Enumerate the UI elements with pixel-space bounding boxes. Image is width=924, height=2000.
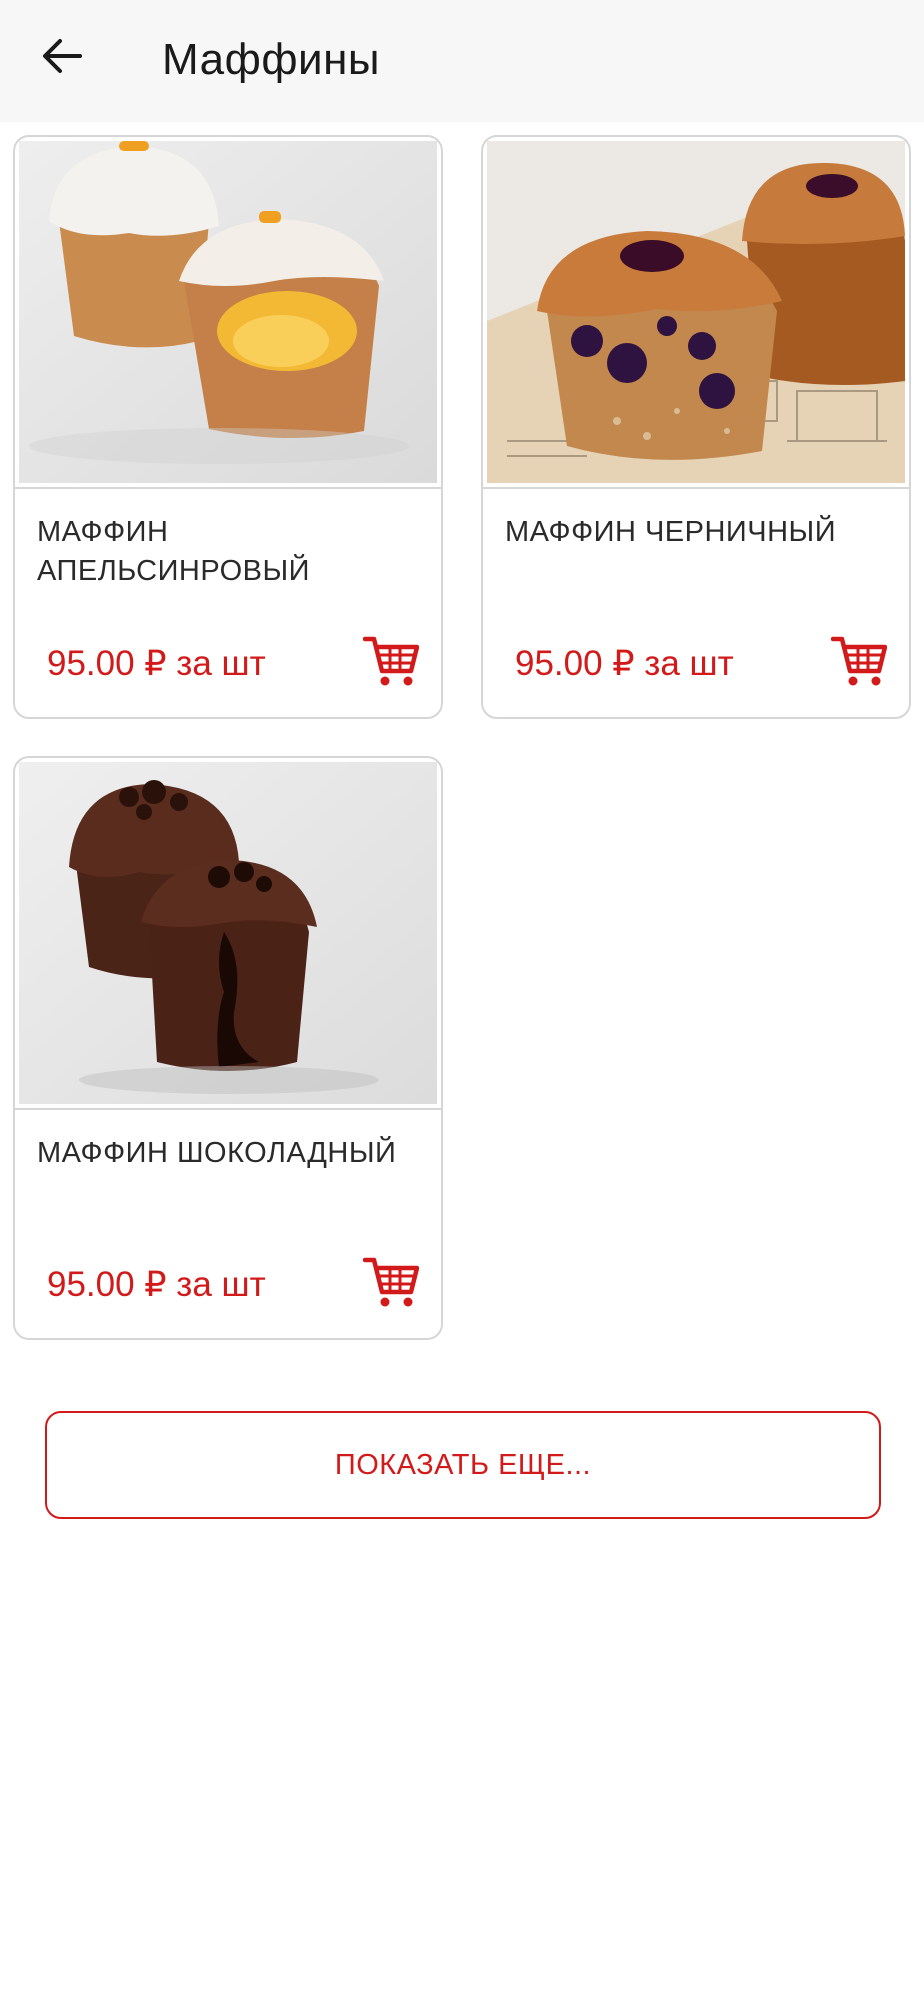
- show-more-button[interactable]: ПОКАЗАТЬ ЕЩЕ...: [45, 1411, 881, 1519]
- product-price: 95.00 ₽ за шт: [47, 1265, 266, 1304]
- product-price: 95.00 ₽ за шт: [47, 644, 266, 683]
- product-name[interactable]: МАФФИН АПЕЛЬСИНРОВЫЙ: [37, 513, 427, 591]
- shopping-cart-icon: [362, 633, 420, 694]
- product-name[interactable]: МАФФИН ЧЕРНИЧНЫЙ: [505, 513, 895, 552]
- product-card[interactable]: МАФФИН ЧЕРНИЧНЫЙ 95.00 ₽ за шт: [481, 135, 911, 719]
- app-bar: Маффины: [0, 0, 924, 122]
- show-more-label: ПОКАЗАТЬ ЕЩЕ...: [334, 1448, 592, 1481]
- card-divider: [15, 487, 441, 489]
- add-to-cart-button[interactable]: [361, 1254, 421, 1314]
- product-card[interactable]: МАФФИН ШОКОЛАДНЫЙ 95.00 ₽ за шт: [13, 756, 443, 1340]
- card-divider: [483, 487, 909, 489]
- page-title: Маффины: [162, 35, 381, 84]
- product-name[interactable]: МАФФИН ШОКОЛАДНЫЙ: [37, 1134, 427, 1173]
- add-to-cart-button[interactable]: [361, 633, 421, 693]
- product-image[interactable]: [487, 141, 905, 483]
- product-image[interactable]: [19, 141, 437, 483]
- product-price: 95.00 ₽ за шт: [515, 644, 734, 683]
- product-card[interactable]: МАФФИН АПЕЛЬСИНРОВЫЙ 95.00 ₽ за шт: [13, 135, 443, 719]
- card-divider: [15, 1108, 441, 1110]
- arrow-left-icon: [42, 38, 82, 79]
- back-button[interactable]: [30, 26, 94, 90]
- product-image[interactable]: [19, 762, 437, 1104]
- add-to-cart-button[interactable]: [829, 633, 889, 693]
- shopping-cart-icon: [362, 1254, 420, 1315]
- shopping-cart-icon: [830, 633, 888, 694]
